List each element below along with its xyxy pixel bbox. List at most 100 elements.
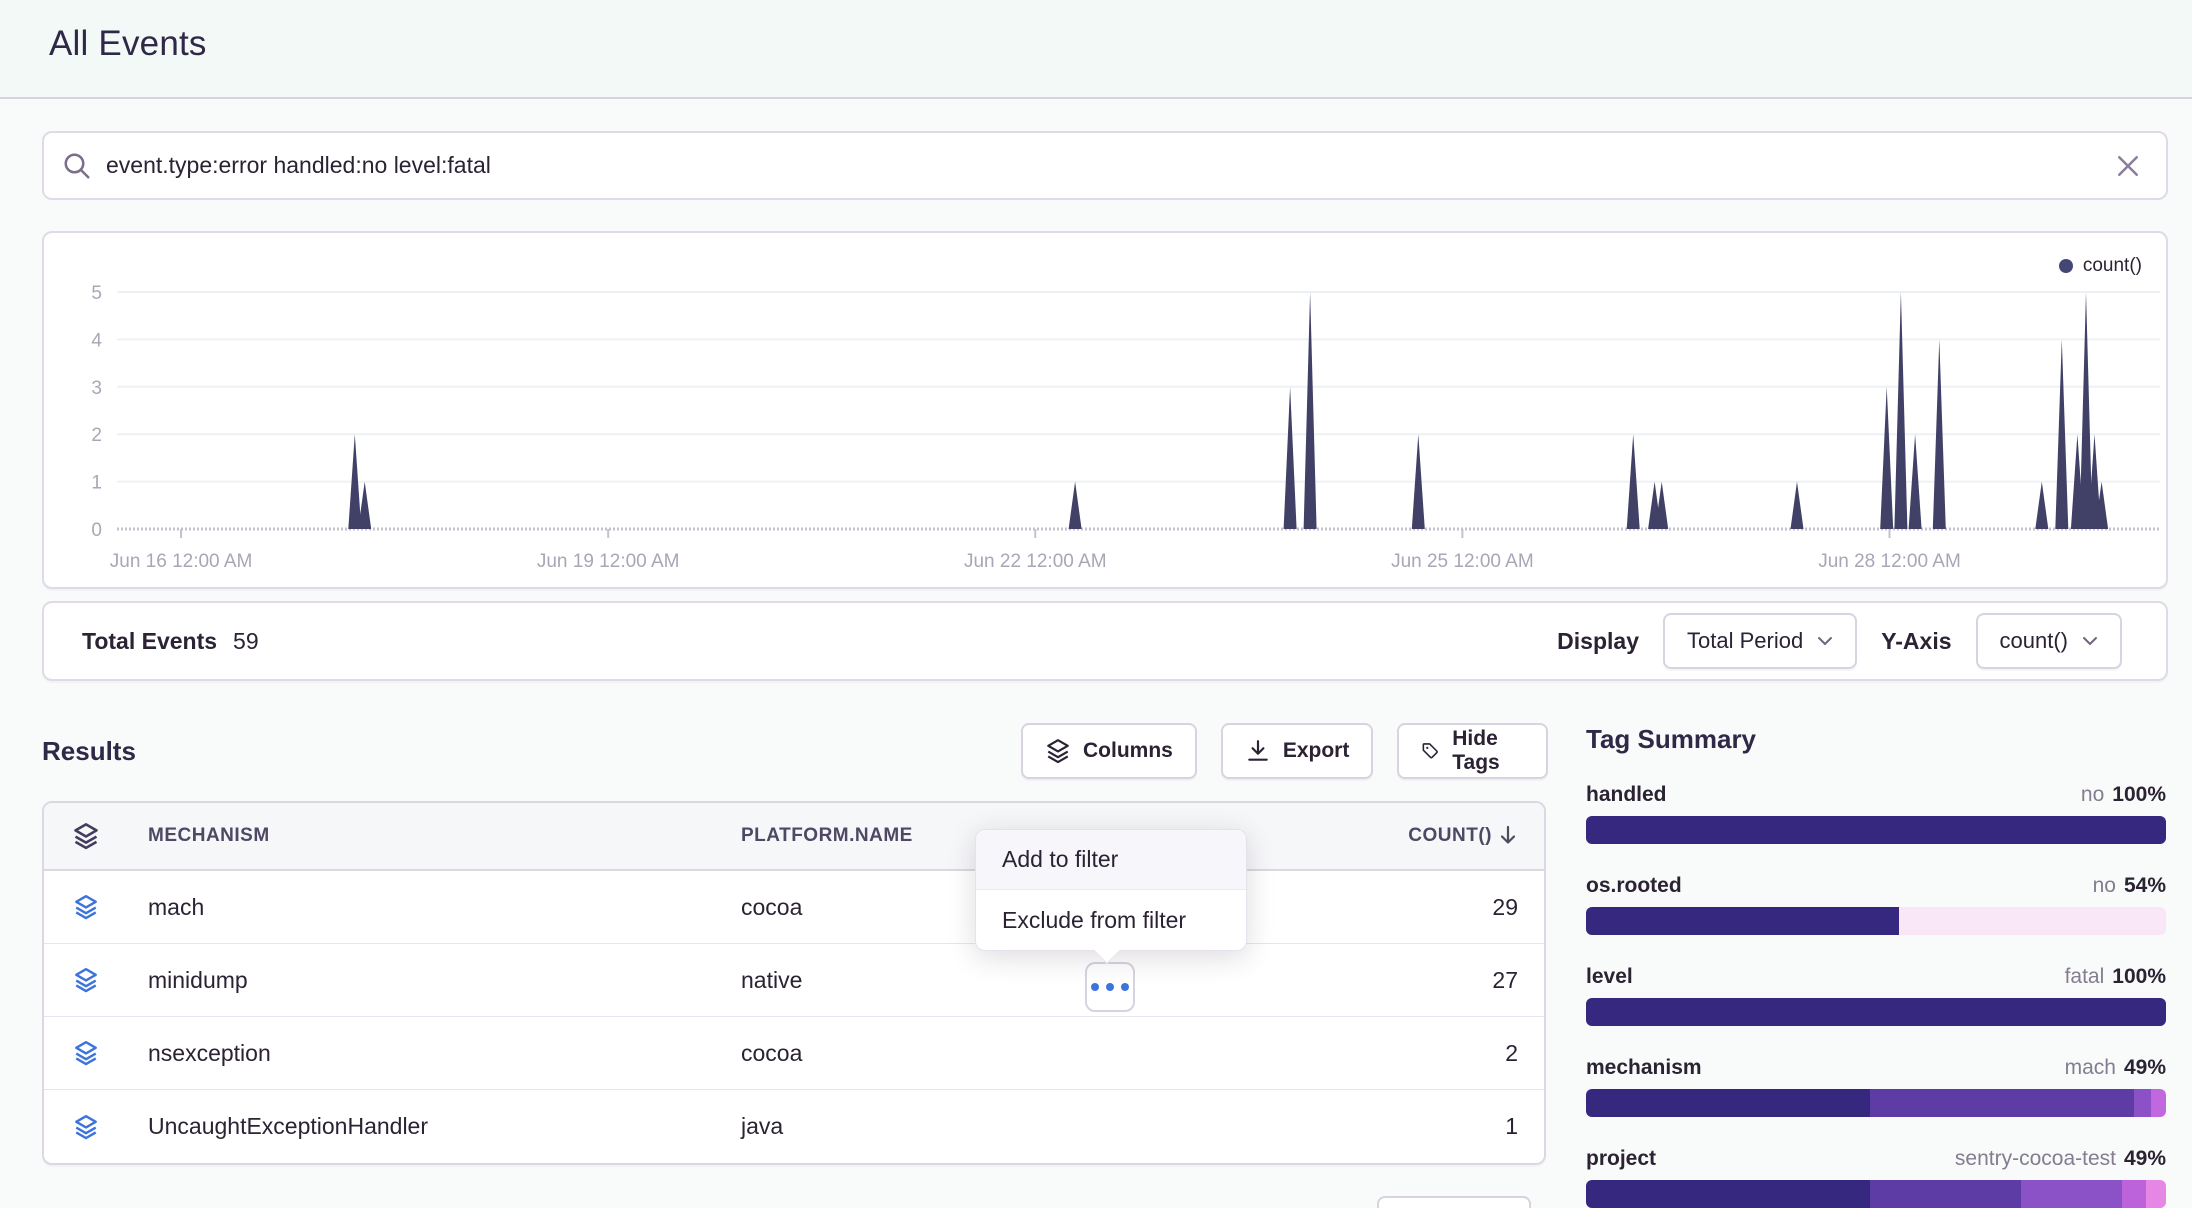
column-header-count[interactable]: COUNT(): [1354, 825, 1544, 847]
tag-bar-segment[interactable]: [1899, 907, 2166, 935]
events-chart[interactable]: 012345Jun 16 12:00 AMJun 19 12:00 AMJun …: [44, 233, 2166, 587]
tag-key: os.rooted: [1586, 874, 1682, 898]
table-row[interactable]: UncaughtExceptionHandlerjava1: [44, 1090, 1544, 1163]
tag-bar-segment[interactable]: [1586, 998, 2166, 1026]
tag-key: level: [1586, 965, 1633, 989]
cell-mechanism[interactable]: nsexception: [107, 1040, 700, 1067]
tag-top-percent: 49%: [2124, 1147, 2166, 1171]
tag-top-value: no: [2081, 783, 2104, 807]
tag-top-value: no: [2093, 874, 2116, 898]
screen: All Events event.type:error handled:no l…: [0, 0, 2192, 1208]
tag-bar-segment[interactable]: [1586, 1089, 1870, 1117]
tag-bar-segment[interactable]: [2021, 1180, 2123, 1208]
legend-dot-icon: [2059, 259, 2073, 273]
tag-bar-segment[interactable]: [1870, 1180, 2021, 1208]
chart-spike: [1880, 387, 1893, 529]
table-row[interactable]: machcocoa29: [44, 871, 1544, 944]
chart-spike: [1791, 482, 1804, 529]
tag-icon: [1421, 738, 1440, 764]
clear-search-icon[interactable]: [2110, 151, 2146, 181]
row-stack-icon-cell[interactable]: [44, 894, 107, 920]
stack-icon: [1045, 738, 1071, 764]
cell-count[interactable]: 29: [1354, 894, 1544, 921]
cell-count[interactable]: 27: [1354, 967, 1544, 994]
table-row[interactable]: nsexceptioncocoa2: [44, 1017, 1544, 1090]
chart-spike: [1284, 387, 1297, 529]
columns-button[interactable]: Columns: [1021, 723, 1197, 779]
column-header-mechanism[interactable]: MECHANISM: [107, 825, 700, 847]
chart-panel: count() 012345Jun 16 12:00 AMJun 19 12:0…: [42, 231, 2168, 589]
table-row[interactable]: minidumpnative27: [44, 944, 1544, 1017]
chart-legend[interactable]: count(): [2059, 255, 2142, 277]
tag-bar-segment[interactable]: [1586, 907, 1899, 935]
context-menu: Add to filter Exclude from filter: [975, 829, 1247, 951]
display-dropdown[interactable]: Total Period: [1663, 613, 1857, 669]
display-dropdown-value: Total Period: [1687, 628, 1803, 654]
tag-entry: level fatal 100%: [1586, 965, 2166, 1026]
cell-count[interactable]: 1: [1354, 1113, 1544, 1140]
results-actions: Columns Export Hide Tags: [1021, 723, 1548, 779]
row-actions-ellipsis-button[interactable]: [1085, 962, 1135, 1012]
hide-tags-button[interactable]: Hide Tags: [1397, 723, 1548, 779]
svg-text:Jun 16 12:00 AM: Jun 16 12:00 AM: [110, 551, 253, 572]
display-label: Display: [1557, 628, 1639, 655]
menu-item-add-to-filter[interactable]: Add to filter: [976, 830, 1246, 890]
row-stack-icon-cell[interactable]: [44, 967, 107, 993]
stack-icon: [73, 967, 99, 993]
cell-mechanism[interactable]: UncaughtExceptionHandler: [107, 1113, 700, 1140]
cell-mechanism[interactable]: mach: [107, 894, 700, 921]
cell-platform[interactable]: native: [700, 967, 1354, 994]
tag-bar-segment[interactable]: [1870, 1089, 2134, 1117]
tag-bar[interactable]: [1586, 1180, 2166, 1208]
tag-top-percent: 100%: [2112, 783, 2166, 807]
table-header-stack-icon[interactable]: [44, 822, 107, 850]
svg-text:2: 2: [91, 425, 102, 446]
tag-bar-segment[interactable]: [2146, 1180, 2166, 1208]
tag-top-value: mach: [2065, 1056, 2116, 1080]
chart-spike: [1069, 482, 1082, 529]
legend-label: count(): [2083, 255, 2142, 277]
export-button[interactable]: Export: [1221, 723, 1374, 779]
cell-mechanism[interactable]: minidump: [107, 967, 700, 994]
cell-platform[interactable]: java: [700, 1113, 1354, 1140]
svg-text:5: 5: [91, 283, 102, 304]
tag-bar[interactable]: [1586, 998, 2166, 1026]
results-table: MECHANISM PLATFORM.NAME COUNT() machcoco…: [42, 801, 1546, 1165]
stack-icon: [73, 1114, 99, 1140]
tag-key: mechanism: [1586, 1056, 1702, 1080]
tag-bar-segment[interactable]: [2134, 1089, 2151, 1117]
tag-entries: handled no 100% os.rooted no 54% level f…: [1586, 783, 2166, 1208]
tag-bar-segment[interactable]: [1586, 1180, 1870, 1208]
tag-key: handled: [1586, 783, 1667, 807]
svg-text:Jun 22 12:00 AM: Jun 22 12:00 AM: [964, 551, 1107, 572]
hide-tags-button-label: Hide Tags: [1452, 727, 1524, 775]
row-stack-icon-cell[interactable]: [44, 1040, 107, 1066]
chart-spike: [358, 482, 371, 529]
yaxis-dropdown-value: count(): [2000, 628, 2068, 654]
chart-footer-panel: Total Events 59 Display Total Period Y-A…: [42, 601, 2168, 681]
search-bar[interactable]: event.type:error handled:no level:fatal: [42, 131, 2168, 200]
cell-platform[interactable]: cocoa: [700, 1040, 1354, 1067]
tag-bar-segment[interactable]: [2151, 1089, 2166, 1117]
tag-bar-segment[interactable]: [2122, 1180, 2145, 1208]
pagination-control-partial[interactable]: [1377, 1196, 1531, 1208]
row-stack-icon-cell[interactable]: [44, 1114, 107, 1140]
svg-text:Jun 19 12:00 AM: Jun 19 12:00 AM: [537, 551, 680, 572]
tag-summary-heading: Tag Summary: [1586, 724, 2166, 755]
tag-bar[interactable]: [1586, 1089, 2166, 1117]
tag-entry: handled no 100%: [1586, 783, 2166, 844]
download-icon: [1245, 738, 1271, 764]
tag-top-percent: 100%: [2112, 965, 2166, 989]
tag-bar[interactable]: [1586, 907, 2166, 935]
tag-bar[interactable]: [1586, 816, 2166, 844]
total-events-label: Total Events: [82, 628, 217, 655]
yaxis-dropdown[interactable]: count(): [1976, 613, 2122, 669]
tag-top-value: sentry-cocoa-test: [1955, 1147, 2116, 1171]
search-input[interactable]: event.type:error handled:no level:fatal: [106, 152, 2110, 179]
ellipsis-dot-icon: [1091, 983, 1099, 991]
page-title: All Events: [49, 24, 207, 64]
tag-bar-segment[interactable]: [1586, 816, 2166, 844]
chevron-down-icon: [2082, 636, 2098, 646]
tag-summary-panel: Tag Summary handled no 100% os.rooted no…: [1586, 724, 2166, 1208]
cell-count[interactable]: 2: [1354, 1040, 1544, 1067]
